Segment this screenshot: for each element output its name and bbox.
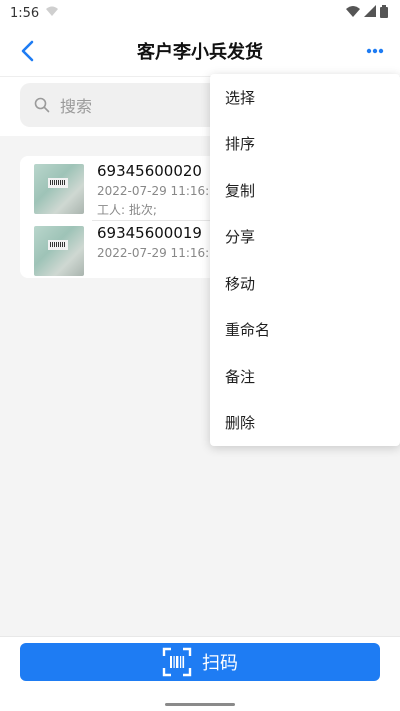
menu-item-move[interactable]: 移动 — [210, 260, 400, 307]
item-thumbnail — [34, 164, 84, 214]
item-time: 2022-07-29 11:16:11 — [97, 246, 225, 260]
item-time: 2022-07-29 11:16:13 — [97, 184, 225, 198]
status-bar: 1:56 — [0, 0, 400, 26]
menu-item-rename[interactable]: 重命名 — [210, 307, 400, 354]
menu-item-share[interactable]: 分享 — [210, 214, 400, 261]
gesture-handle[interactable] — [165, 703, 235, 706]
status-time: 1:56 — [10, 5, 40, 21]
page-title: 客户李小兵发货 — [137, 42, 263, 63]
back-button[interactable] — [14, 38, 40, 64]
menu-item-sort[interactable]: 排序 — [210, 121, 400, 168]
menu-item-note[interactable]: 备注 — [210, 353, 400, 400]
menu-item-copy[interactable]: 复制 — [210, 167, 400, 214]
scan-button[interactable]: 扫码 — [20, 643, 380, 681]
battery-icon — [380, 4, 388, 22]
overflow-menu: 选择 排序 复制 分享 移动 重命名 备注 删除 — [210, 74, 400, 446]
more-icon — [366, 48, 384, 54]
item-thumbnail — [34, 226, 84, 276]
back-arrow-icon — [21, 40, 34, 62]
item-code: 69345600020 — [97, 162, 202, 180]
signal-icon — [364, 5, 376, 21]
barcode-scan-icon — [162, 647, 192, 677]
notification-icon — [45, 5, 59, 21]
scan-label: 扫码 — [202, 653, 238, 674]
menu-item-select[interactable]: 选择 — [210, 74, 400, 121]
search-placeholder: 搜索 — [60, 97, 93, 116]
item-note: 工人: 批次; — [97, 203, 157, 217]
menu-item-delete[interactable]: 删除 — [210, 400, 400, 447]
more-button[interactable] — [362, 38, 388, 64]
search-icon — [34, 97, 50, 113]
bottom-bar: 扫码 — [0, 636, 400, 696]
header: 客户李小兵发货 — [0, 26, 400, 76]
wifi-icon — [346, 5, 360, 21]
item-code: 69345600019 — [97, 224, 202, 242]
